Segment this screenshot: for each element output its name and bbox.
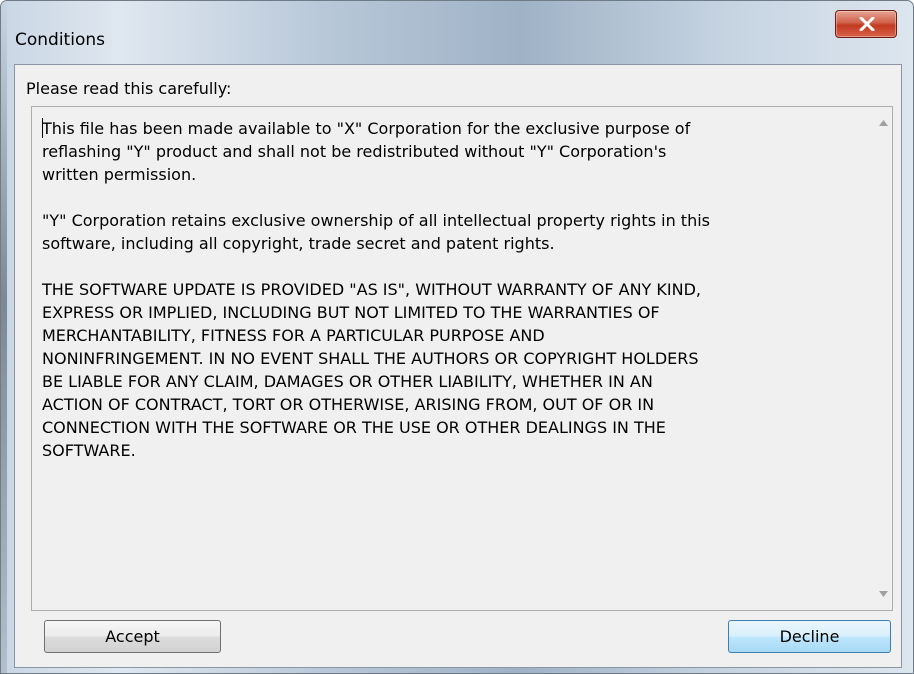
accept-button[interactable]: Accept xyxy=(44,620,221,653)
title-bar[interactable]: Conditions xyxy=(1,1,913,63)
license-text-area[interactable]: This file has been made available to "X"… xyxy=(31,106,893,611)
chevron-down-icon[interactable] xyxy=(879,591,888,597)
conditions-window: Conditions Please read this carefully: T… xyxy=(0,0,914,674)
chevron-up-icon[interactable] xyxy=(879,120,888,126)
close-icon xyxy=(859,17,875,31)
decline-button[interactable]: Decline xyxy=(728,620,891,653)
instruction-label: Please read this carefully: xyxy=(26,79,232,98)
vertical-scrollbar[interactable] xyxy=(875,107,892,610)
window-title: Conditions xyxy=(15,30,105,50)
license-text: This file has been made available to "X"… xyxy=(42,119,710,460)
close-button[interactable] xyxy=(835,10,897,38)
dialog-body: Please read this carefully: This file ha… xyxy=(14,64,902,668)
